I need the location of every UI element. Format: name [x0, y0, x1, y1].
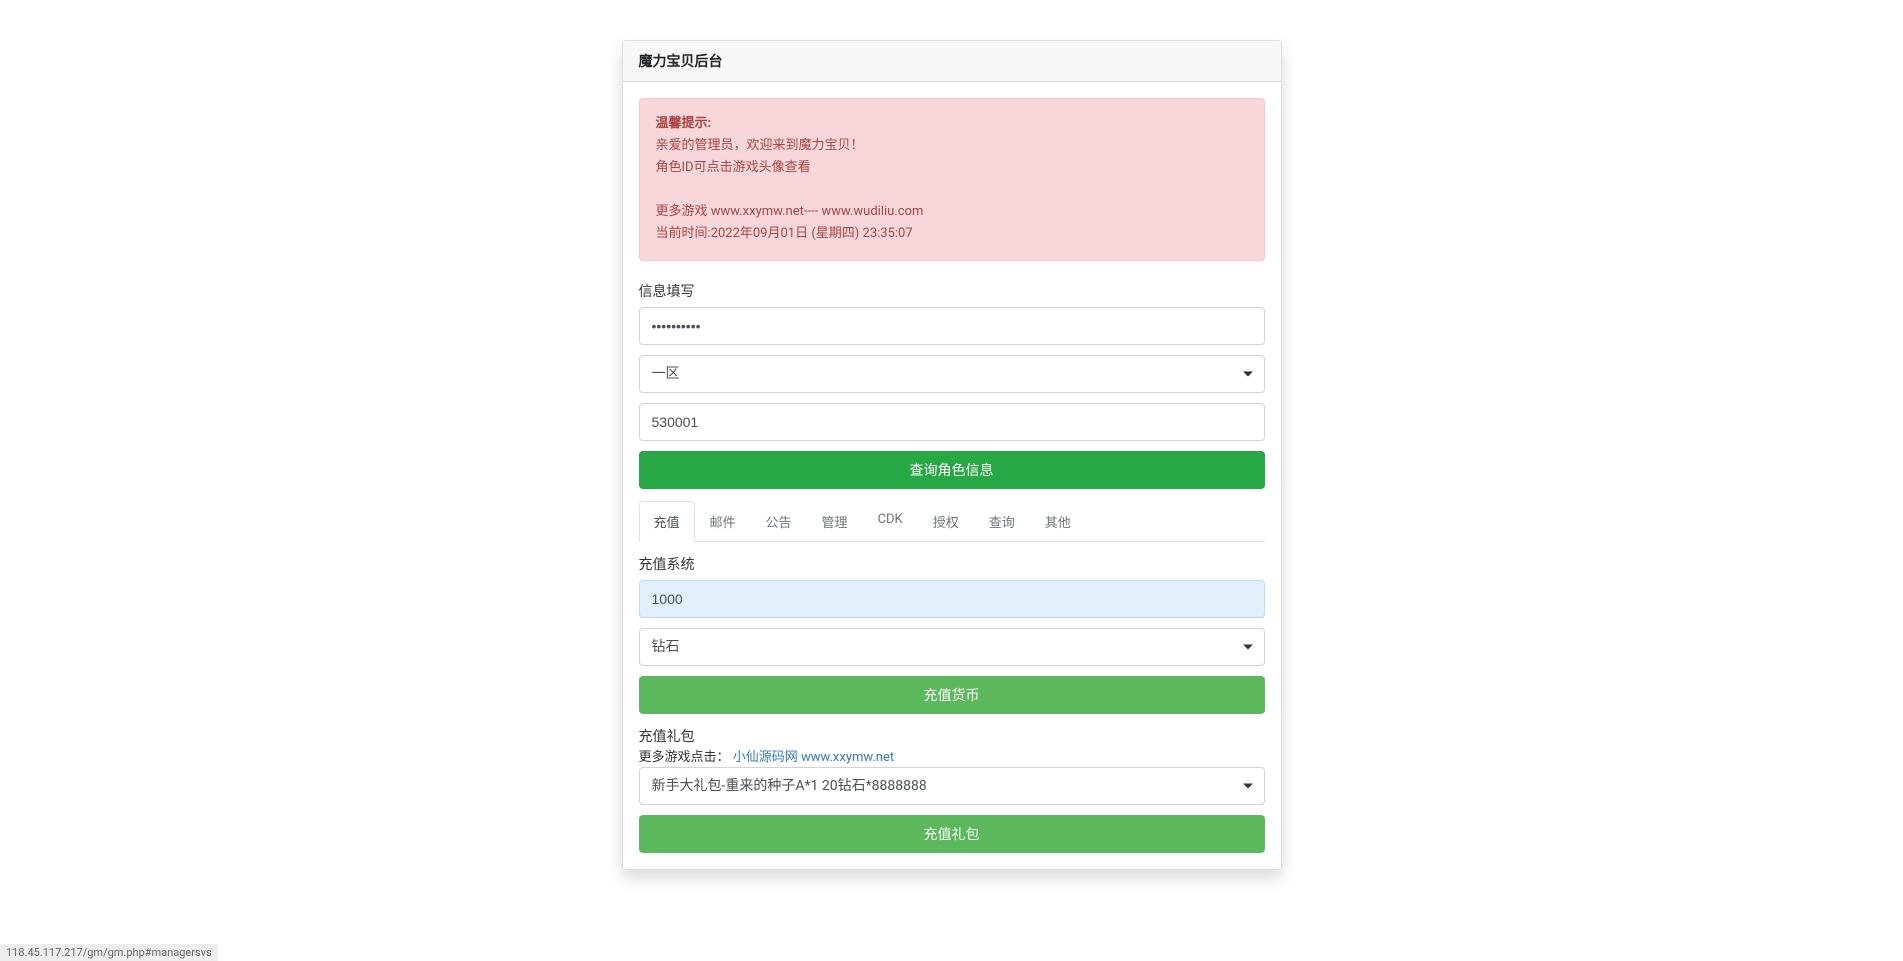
currency-select-value: 钻石: [639, 628, 1265, 666]
recharge-gift-button[interactable]: 充值礼包: [639, 815, 1265, 853]
admin-panel: 魔力宝贝后台 温馨提示: 亲爱的管理员，欢迎来到魔力宝贝！ 角色ID可点击游戏头…: [622, 40, 1282, 870]
alert-title: 温馨提示:: [656, 113, 1248, 135]
tab-announcement[interactable]: 公告: [751, 501, 807, 542]
tab-other[interactable]: 其他: [1030, 501, 1086, 542]
tab-auth[interactable]: 授权: [918, 501, 974, 542]
tab-manage[interactable]: 管理: [807, 501, 863, 542]
alert-line-moregames: 更多游戏 www.xxymw.net---- www.wudiliu.com: [656, 201, 1248, 223]
tab-bar: 充值 邮件 公告 管理 CDK 授权 查询 其他: [639, 501, 1265, 542]
alert-line-welcome: 亲爱的管理员，欢迎来到魔力宝贝！: [656, 135, 1248, 157]
gift-subtext-link[interactable]: 小仙源码网 www.xxymw.net: [733, 750, 894, 765]
recharge-system-label: 充值系统: [639, 554, 1265, 574]
zone-select-value: 一区: [639, 355, 1265, 393]
query-role-button[interactable]: 查询角色信息: [639, 451, 1265, 489]
gift-label: 充值礼包: [639, 726, 1265, 746]
info-form-label: 信息填写: [639, 281, 1265, 301]
tab-mail[interactable]: 邮件: [695, 501, 751, 542]
alert-line-time: 当前时间:2022年09月01日 (星期四) 23:35:07: [656, 223, 1248, 245]
gift-select[interactable]: 新手大礼包-重来的种子A*1 20钻石*8888888: [639, 767, 1265, 805]
tab-cdk[interactable]: CDK: [863, 501, 918, 542]
alert-line-roleid: 角色ID可点击游戏头像查看: [656, 157, 1248, 179]
gift-subtext-prefix: 更多游戏点击：: [639, 750, 730, 765]
browser-status-bar: 118.45.117.217/gm/gm.php#managersvs: [0, 944, 218, 961]
tab-recharge[interactable]: 充值: [639, 501, 695, 542]
zone-select[interactable]: 一区: [639, 355, 1265, 393]
password-input[interactable]: [639, 307, 1265, 345]
gift-select-value: 新手大礼包-重来的种子A*1 20钻石*8888888: [639, 767, 1265, 805]
role-id-input[interactable]: [639, 403, 1265, 441]
recharge-amount-input[interactable]: [639, 580, 1265, 618]
alert-notice: 温馨提示: 亲爱的管理员，欢迎来到魔力宝贝！ 角色ID可点击游戏头像查看 更多游…: [639, 98, 1265, 261]
tab-query[interactable]: 查询: [974, 501, 1030, 542]
gift-subtext: 更多游戏点击： 小仙源码网 www.xxymw.net: [639, 746, 1265, 765]
recharge-currency-button[interactable]: 充值货币: [639, 676, 1265, 714]
currency-select[interactable]: 钻石: [639, 628, 1265, 666]
panel-body: 温馨提示: 亲爱的管理员，欢迎来到魔力宝贝！ 角色ID可点击游戏头像查看 更多游…: [623, 82, 1281, 869]
panel-title: 魔力宝贝后台: [623, 41, 1281, 82]
